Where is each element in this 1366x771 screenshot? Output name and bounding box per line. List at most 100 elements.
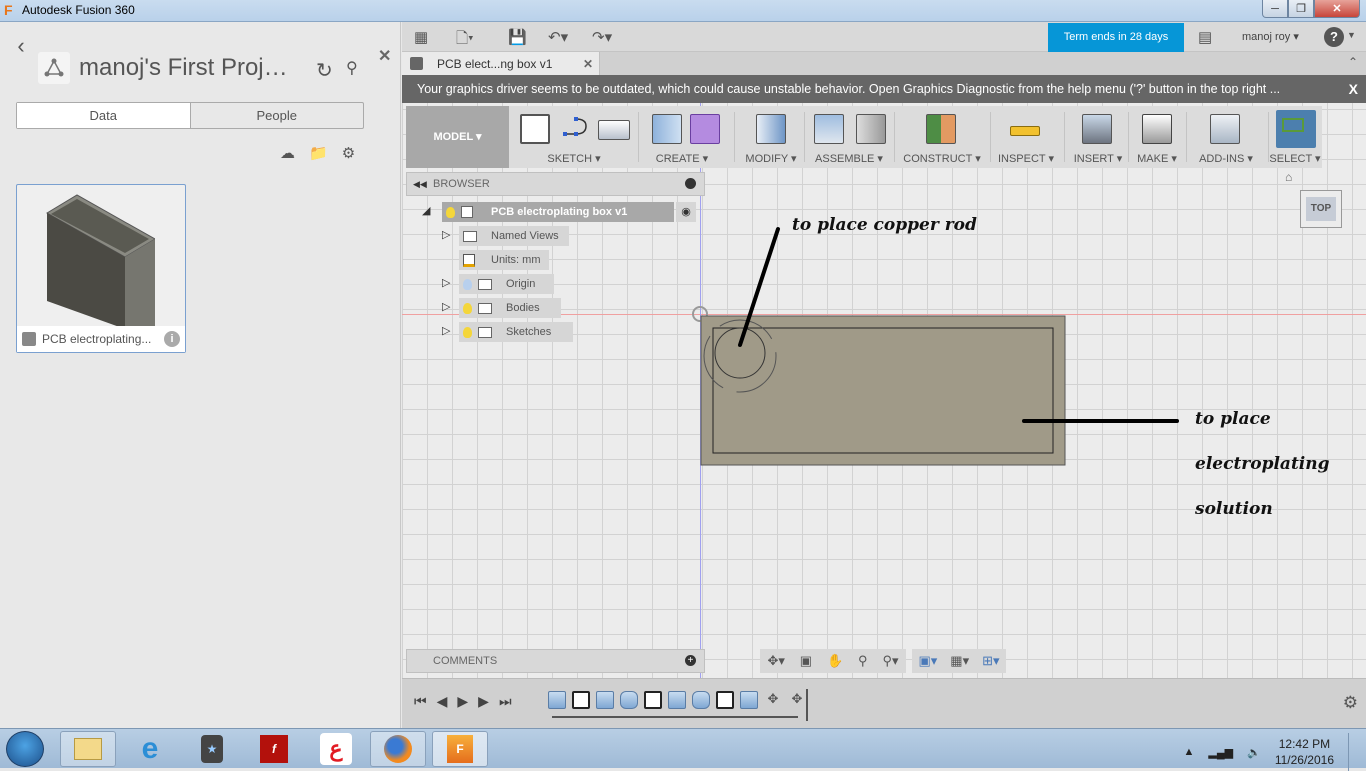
go-to-start-icon[interactable]: ⏮: [414, 693, 427, 710]
save-icon[interactable]: 💾: [508, 28, 527, 46]
sketch-group[interactable]: SKETCH ▾: [514, 106, 634, 168]
timeline-extrude-feature[interactable]: [740, 691, 758, 709]
tab-people[interactable]: People: [191, 103, 364, 128]
start-button[interactable]: [6, 731, 44, 767]
timeline-sketch-feature[interactable]: [716, 691, 734, 709]
activate-radio-icon[interactable]: ◉: [676, 202, 696, 222]
tree-root[interactable]: PCB electroplating box v1 ◉: [442, 202, 696, 222]
design-card[interactable]: PCB electroplating... i: [16, 184, 186, 353]
help-caret-icon[interactable]: ▼: [1347, 30, 1356, 40]
play-icon[interactable]: ▶: [478, 693, 489, 710]
timeline-box-feature[interactable]: [548, 691, 566, 709]
timeline-extrude-feature[interactable]: [668, 691, 686, 709]
insert-group[interactable]: INSERT ▾: [1070, 106, 1126, 168]
upload-icon[interactable]: ☁: [280, 144, 295, 162]
expand-icon[interactable]: ▷: [442, 228, 450, 241]
make-group[interactable]: MAKE ▾: [1130, 106, 1184, 168]
browser-panel-header[interactable]: ◀◀ BROWSER: [406, 172, 705, 196]
measure-icon[interactable]: [1010, 126, 1040, 136]
timeline-cylinder-feature[interactable]: [620, 691, 638, 709]
taskbar-firefox[interactable]: [370, 731, 426, 767]
restore-button[interactable]: ❐: [1288, 0, 1314, 18]
offset-plane-icon[interactable]: [926, 114, 956, 144]
taskbar-internet-explorer[interactable]: e: [122, 731, 178, 767]
add-comment-icon[interactable]: +: [685, 655, 696, 666]
show-desktop-button[interactable]: [1348, 733, 1358, 771]
timeline-move-feature[interactable]: ✥: [764, 691, 782, 709]
help-icon[interactable]: ?: [1324, 27, 1344, 47]
document-tab[interactable]: PCB elect...ng box v1 ✕: [402, 52, 600, 75]
search-icon[interactable]: ⚲: [346, 58, 358, 78]
minimize-button[interactable]: ─: [1262, 0, 1288, 18]
insert-image-icon[interactable]: [1082, 114, 1112, 144]
expand-icon[interactable]: ▷: [442, 324, 450, 337]
file-menu-icon[interactable]: 🗋▾: [456, 28, 474, 53]
taskbar-airtel[interactable]: ع: [308, 731, 364, 767]
tree-node-bodies[interactable]: Bodies: [459, 298, 561, 318]
redo-icon[interactable]: ↷▾: [592, 28, 612, 46]
dismiss-warning-button[interactable]: X: [1349, 75, 1358, 103]
view-cube[interactable]: TOP: [1300, 190, 1342, 228]
comments-panel-header[interactable]: COMMENTS +: [406, 649, 705, 673]
taskbar-anki[interactable]: ★: [184, 731, 240, 767]
spline-icon[interactable]: [562, 114, 592, 144]
visibility-bulb-icon[interactable]: [463, 326, 472, 338]
timeline-marker[interactable]: [806, 689, 808, 721]
pan-icon[interactable]: ✋: [827, 653, 843, 669]
clock[interactable]: 12:42 PM 11/26/2016: [1275, 736, 1334, 768]
settings-icon[interactable]: ⚙: [342, 144, 355, 162]
select-icon[interactable]: [1276, 110, 1316, 148]
home-view-icon[interactable]: ⌂: [1285, 170, 1292, 184]
timeline-move-feature[interactable]: ✥: [788, 691, 806, 709]
orbit-icon[interactable]: ✥▾: [767, 653, 784, 669]
look-at-icon[interactable]: ▣: [800, 653, 812, 669]
fit-icon[interactable]: ⚲▾: [882, 653, 898, 669]
app-grid-icon[interactable]: ▦: [414, 28, 428, 46]
press-pull-icon[interactable]: [756, 114, 786, 144]
minimize-browser-icon[interactable]: [685, 178, 696, 189]
timeline-settings-icon[interactable]: ⚙: [1343, 693, 1358, 713]
info-icon[interactable]: i: [164, 331, 180, 347]
show-hidden-icons[interactable]: ▲: [1184, 746, 1195, 758]
step-forward-icon[interactable]: ▶: [457, 693, 468, 710]
display-settings-icon[interactable]: ▣▾: [918, 653, 937, 669]
collapse-icon[interactable]: ⌃: [1348, 55, 1358, 69]
viewports-icon[interactable]: ⊞▾: [982, 653, 999, 669]
construct-group[interactable]: CONSTRUCT ▾: [898, 106, 986, 168]
network-icon[interactable]: ▂▄▆: [1208, 746, 1233, 759]
step-back-icon[interactable]: ◀: [437, 693, 448, 710]
joint-icon[interactable]: [856, 114, 886, 144]
close-panel-icon[interactable]: ✕: [378, 46, 391, 66]
grid-settings-icon[interactable]: ▦▾: [950, 653, 969, 669]
scripts-addins-icon[interactable]: [1210, 114, 1240, 144]
user-menu[interactable]: manoj roy ▾: [1242, 30, 1299, 43]
visibility-bulb-icon[interactable]: [446, 206, 455, 218]
collapse-browser-icon[interactable]: ◀◀: [413, 173, 427, 195]
workspace-switcher[interactable]: MODEL ▾: [406, 106, 509, 168]
visibility-bulb-icon[interactable]: [463, 278, 472, 290]
expand-icon[interactable]: ▷: [442, 300, 450, 313]
term-badge[interactable]: Term ends in 28 days: [1048, 23, 1184, 52]
close-tab-icon[interactable]: ✕: [583, 57, 593, 71]
collapse-root-icon[interactable]: ◢: [422, 204, 430, 217]
taskbar-fusion-360[interactable]: F: [432, 731, 488, 767]
taskbar-file-explorer[interactable]: [60, 731, 116, 767]
timeline-sketch-feature[interactable]: [572, 691, 590, 709]
assemble-group[interactable]: ASSEMBLE ▾: [806, 106, 892, 168]
create-group[interactable]: CREATE ▾: [642, 106, 722, 168]
go-to-end-icon[interactable]: ⏭: [499, 693, 512, 710]
form-icon[interactable]: [690, 114, 720, 144]
tree-node-units[interactable]: Units: mm: [459, 250, 549, 270]
view-cube-face[interactable]: TOP: [1306, 197, 1336, 221]
close-button[interactable]: ✕: [1314, 0, 1360, 18]
rectangle-icon[interactable]: [598, 120, 630, 140]
new-folder-icon[interactable]: 📁: [309, 144, 328, 162]
inspect-group[interactable]: INSPECT ▾: [996, 106, 1056, 168]
visibility-bulb-icon[interactable]: [463, 302, 472, 314]
tree-node-sketches[interactable]: Sketches: [459, 322, 573, 342]
undo-icon[interactable]: ↶▾: [548, 28, 568, 46]
timeline-sketch-feature[interactable]: [644, 691, 662, 709]
expand-icon[interactable]: ▷: [442, 276, 450, 289]
volume-icon[interactable]: 🔈: [1247, 746, 1261, 759]
create-sketch-icon[interactable]: [520, 114, 550, 144]
